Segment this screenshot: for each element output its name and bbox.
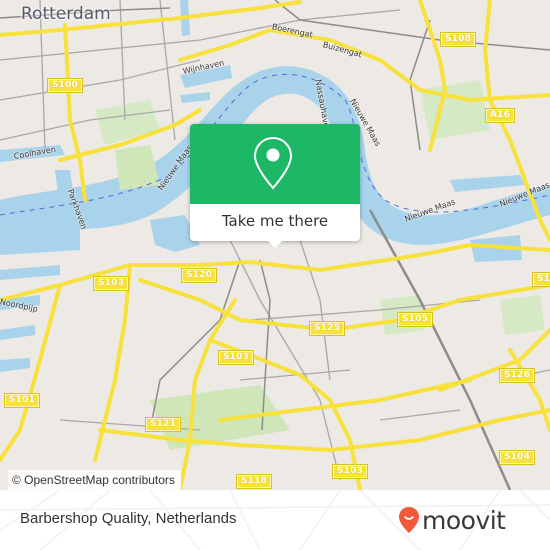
road-label-s103: S103 [331,464,369,479]
road-label-s104: S104 [498,450,536,465]
road-label-a16: A16 [484,108,516,123]
city-label-rotterdam: Rotterdam [21,4,111,24]
road-label-s103: S103 [217,350,255,365]
map-view[interactable]: Rotterdam Wijnhaven Boerengat Buizengat … [0,0,550,490]
road-label-s121: S121 [144,417,182,432]
park-3 [500,295,545,335]
road-label-s108: S108 [439,32,477,47]
take-me-there-button[interactable]: Take me there [190,204,360,241]
road-label-s125: S125 [308,321,346,336]
road-label-s120: S120 [180,268,218,283]
road-label-s12: S12 [532,272,550,287]
road-label-s100: S100 [46,78,84,93]
map-attribution[interactable]: © OpenStreetMap contributors [8,470,181,490]
location-popup: Take me there [190,124,360,248]
road-label-s101: S101 [3,393,41,408]
road-label-s118: S118 [235,474,273,489]
park-het-park [95,100,160,145]
moovit-logo[interactable]: moovit [398,503,506,537]
road-label-s103: S103 [92,276,130,291]
popup-tip [268,241,282,248]
road-label-s126: S126 [498,368,536,383]
park-east [420,80,490,140]
popup-header [190,124,360,204]
footer: Barbershop Quality, Netherlands moovit [0,490,550,550]
moovit-pin-icon [399,507,419,533]
moovit-wordmark: moovit [422,505,506,535]
park-south [115,145,160,190]
map-pin-icon [253,136,293,190]
road-label-s105: S105 [396,312,434,327]
place-name: Barbershop Quality, Netherlands [20,510,237,527]
